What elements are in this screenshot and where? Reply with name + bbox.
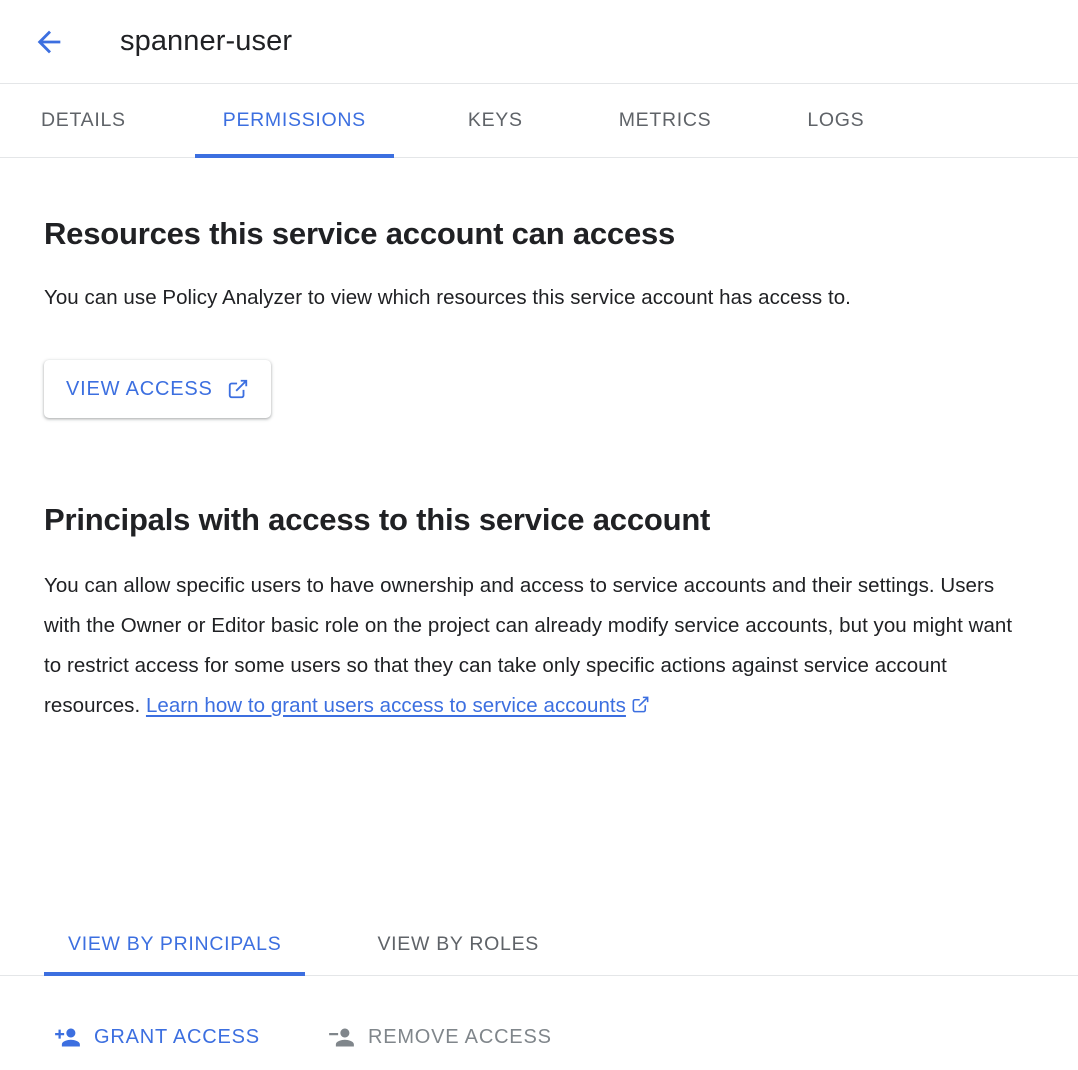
subtab-view-by-roles[interactable]: VIEW BY ROLES [353, 914, 563, 975]
view-access-button[interactable]: VIEW ACCESS [44, 360, 271, 418]
principals-heading: Principals with access to this service a… [44, 502, 1034, 538]
permissions-action-bar: GRANT ACCESS REMOVE ACCESS [0, 1005, 1078, 1069]
tab-details[interactable]: DETAILS [14, 84, 153, 157]
view-by-tab-bar: VIEW BY PRINCIPALS VIEW BY ROLES [0, 914, 1078, 976]
grant-users-access-link-label: Learn how to grant users access to servi… [146, 694, 626, 717]
principals-description: You can allow specific users to have own… [44, 566, 1034, 726]
back-button[interactable] [26, 19, 72, 65]
remove-access-label: REMOVE ACCESS [368, 1026, 552, 1049]
tab-keys[interactable]: KEYS [440, 84, 551, 157]
main-content: Resources this service account can acces… [0, 158, 1078, 726]
open-in-new-icon [626, 694, 650, 717]
subtab-view-by-principals[interactable]: VIEW BY PRINCIPALS [44, 914, 305, 975]
tab-permissions[interactable]: PERMISSIONS [195, 84, 394, 157]
resources-description: You can use Policy Analyzer to view whic… [44, 278, 1034, 318]
person-add-icon [54, 1024, 81, 1051]
tab-bar: DETAILS PERMISSIONS KEYS METRICS LOGS [0, 84, 1078, 158]
grant-access-button[interactable]: GRANT ACCESS [54, 1024, 260, 1051]
page-title: spanner-user [120, 27, 292, 56]
resources-heading: Resources this service account can acces… [44, 216, 1034, 252]
grant-users-access-link[interactable]: Learn how to grant users access to servi… [146, 694, 650, 717]
remove-access-button[interactable]: REMOVE ACCESS [328, 1024, 552, 1051]
person-remove-icon [328, 1024, 355, 1051]
principals-section: Principals with access to this service a… [44, 418, 1034, 726]
open-in-new-icon [227, 378, 249, 400]
view-access-label: VIEW ACCESS [66, 378, 213, 401]
tab-metrics[interactable]: METRICS [591, 84, 740, 157]
grant-access-label: GRANT ACCESS [94, 1026, 260, 1049]
tab-logs[interactable]: LOGS [779, 84, 892, 157]
arrow-back-icon [32, 25, 66, 59]
page-header: spanner-user [0, 0, 1078, 84]
resources-section: Resources this service account can acces… [44, 158, 1034, 418]
